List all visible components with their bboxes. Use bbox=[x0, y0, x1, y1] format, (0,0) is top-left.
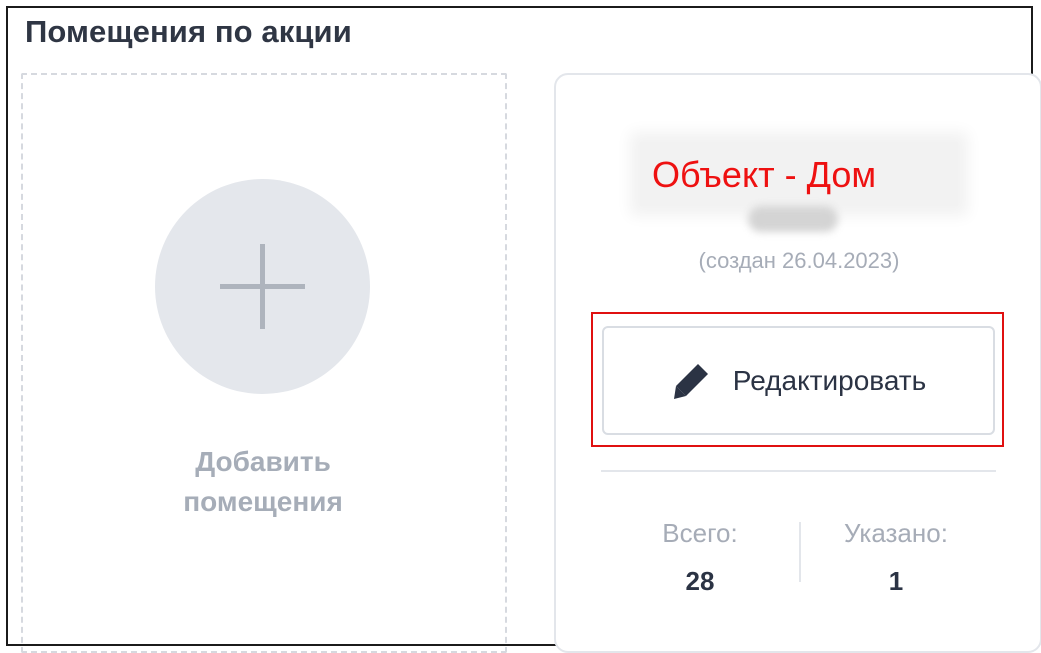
add-rooms-button[interactable] bbox=[155, 179, 370, 394]
stat-specified-label: Указано: bbox=[844, 518, 948, 548]
redacted-text bbox=[748, 206, 838, 232]
section-title: Помещения по акции bbox=[25, 14, 352, 49]
stat-total-label: Всего: bbox=[662, 518, 738, 548]
object-title: Объект - Дом bbox=[652, 154, 877, 195]
edit-button-label: Редактировать bbox=[732, 364, 927, 396]
edit-button[interactable]: Редактировать bbox=[602, 326, 995, 435]
object-created-date: (создан 26.04.2023) bbox=[698, 248, 900, 273]
stat-total-value: 28 bbox=[685, 566, 715, 596]
pencil-icon bbox=[673, 363, 708, 399]
stat-specified: Указано: 1 bbox=[796, 518, 996, 596]
stat-specified-value: 1 bbox=[888, 566, 904, 596]
object-title-box: Объект - Дом bbox=[640, 142, 958, 206]
stat-total: Всего: 28 bbox=[600, 518, 800, 596]
plus-icon bbox=[220, 244, 305, 329]
add-rooms-label[interactable]: Добавить помещения bbox=[120, 442, 406, 522]
card-divider bbox=[601, 470, 996, 472]
